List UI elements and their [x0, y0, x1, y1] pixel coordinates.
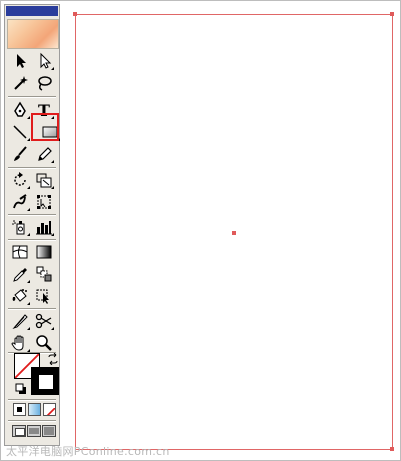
- blend-icon: [36, 266, 52, 282]
- hand-tool[interactable]: [9, 333, 31, 353]
- screen-mode-full-button[interactable]: [42, 425, 56, 437]
- separator: [8, 239, 56, 240]
- gradient-tool[interactable]: [33, 242, 55, 262]
- screen-mode-standard-icon: [15, 428, 25, 436]
- pen-tool[interactable]: [9, 100, 31, 120]
- lasso-tool[interactable]: [33, 73, 55, 93]
- gradient-icon: [36, 245, 52, 259]
- active-tool-highlight: [31, 113, 59, 141]
- selection-tool[interactable]: [9, 51, 31, 71]
- slice-tool[interactable]: [9, 311, 31, 331]
- screen-mode-menu-button[interactable]: [27, 425, 41, 437]
- zoom-icon: [36, 335, 52, 351]
- live-paint-selection-tool[interactable]: [33, 286, 55, 306]
- rotate-tool[interactable]: [9, 170, 31, 190]
- separator: [8, 420, 56, 421]
- artboard-handle-top-left[interactable]: [73, 12, 77, 16]
- warp-tool[interactable]: [9, 192, 31, 212]
- mesh-tool[interactable]: [9, 242, 31, 262]
- line-segment-tool[interactable]: [9, 122, 31, 142]
- gradient-mode-button[interactable]: [28, 403, 41, 416]
- zoom-tool[interactable]: [33, 333, 55, 353]
- default-colors-icon[interactable]: [15, 383, 27, 395]
- separator: [8, 214, 56, 215]
- arrow-icon: [17, 54, 26, 68]
- artboard-handle-top-right[interactable]: [390, 12, 394, 16]
- stroke-color-swatch[interactable]: [31, 367, 59, 395]
- artboard-center-point[interactable]: [232, 231, 236, 235]
- screen-mode-standard-button[interactable]: [12, 425, 26, 437]
- scale-tool[interactable]: [33, 170, 55, 190]
- screen-mode-full-icon: [44, 427, 54, 435]
- blend-tool[interactable]: [33, 264, 55, 284]
- magic-wand-tool[interactable]: [9, 73, 31, 93]
- separator: [8, 308, 56, 309]
- separator: [8, 399, 56, 400]
- paintbrush-tool[interactable]: [9, 144, 31, 164]
- screen-mode-menu-icon: [29, 428, 39, 434]
- swap-fill-stroke-icon[interactable]: [47, 353, 59, 365]
- tools-panel-title-bar[interactable]: [6, 6, 58, 16]
- eyedropper-tool[interactable]: [9, 264, 31, 284]
- symbol-sprayer-tool[interactable]: [9, 217, 31, 237]
- watermark: 太平洋电脑网PConline.com.cn: [6, 445, 170, 458]
- scissors-tool[interactable]: [33, 311, 55, 331]
- lasso-icon: [38, 76, 52, 91]
- separator: [8, 167, 56, 168]
- none-mode-button[interactable]: [43, 403, 56, 416]
- live-paint-bucket-tool[interactable]: [9, 286, 31, 306]
- stroke-swatch-inner: [38, 374, 54, 390]
- magic-wand-icon: [14, 76, 28, 90]
- free-transform-tool[interactable]: [33, 192, 55, 212]
- pencil-tool[interactable]: [33, 144, 55, 164]
- tools-panel: T: [4, 4, 60, 446]
- artboard-handle-bottom-right[interactable]: [390, 447, 394, 451]
- direct-selection-tool[interactable]: [33, 51, 55, 71]
- separator: [8, 96, 56, 97]
- paint-select-icon: [36, 289, 49, 304]
- mesh-icon: [12, 245, 28, 259]
- column-graph-tool[interactable]: [33, 217, 55, 237]
- brush-icon: [14, 146, 27, 161]
- free-transform-icon: [37, 195, 51, 209]
- app-logo[interactable]: [7, 19, 59, 49]
- color-mode-icon: [17, 407, 22, 412]
- color-mode-button[interactable]: [13, 403, 26, 416]
- none-slash-icon: [46, 407, 55, 415]
